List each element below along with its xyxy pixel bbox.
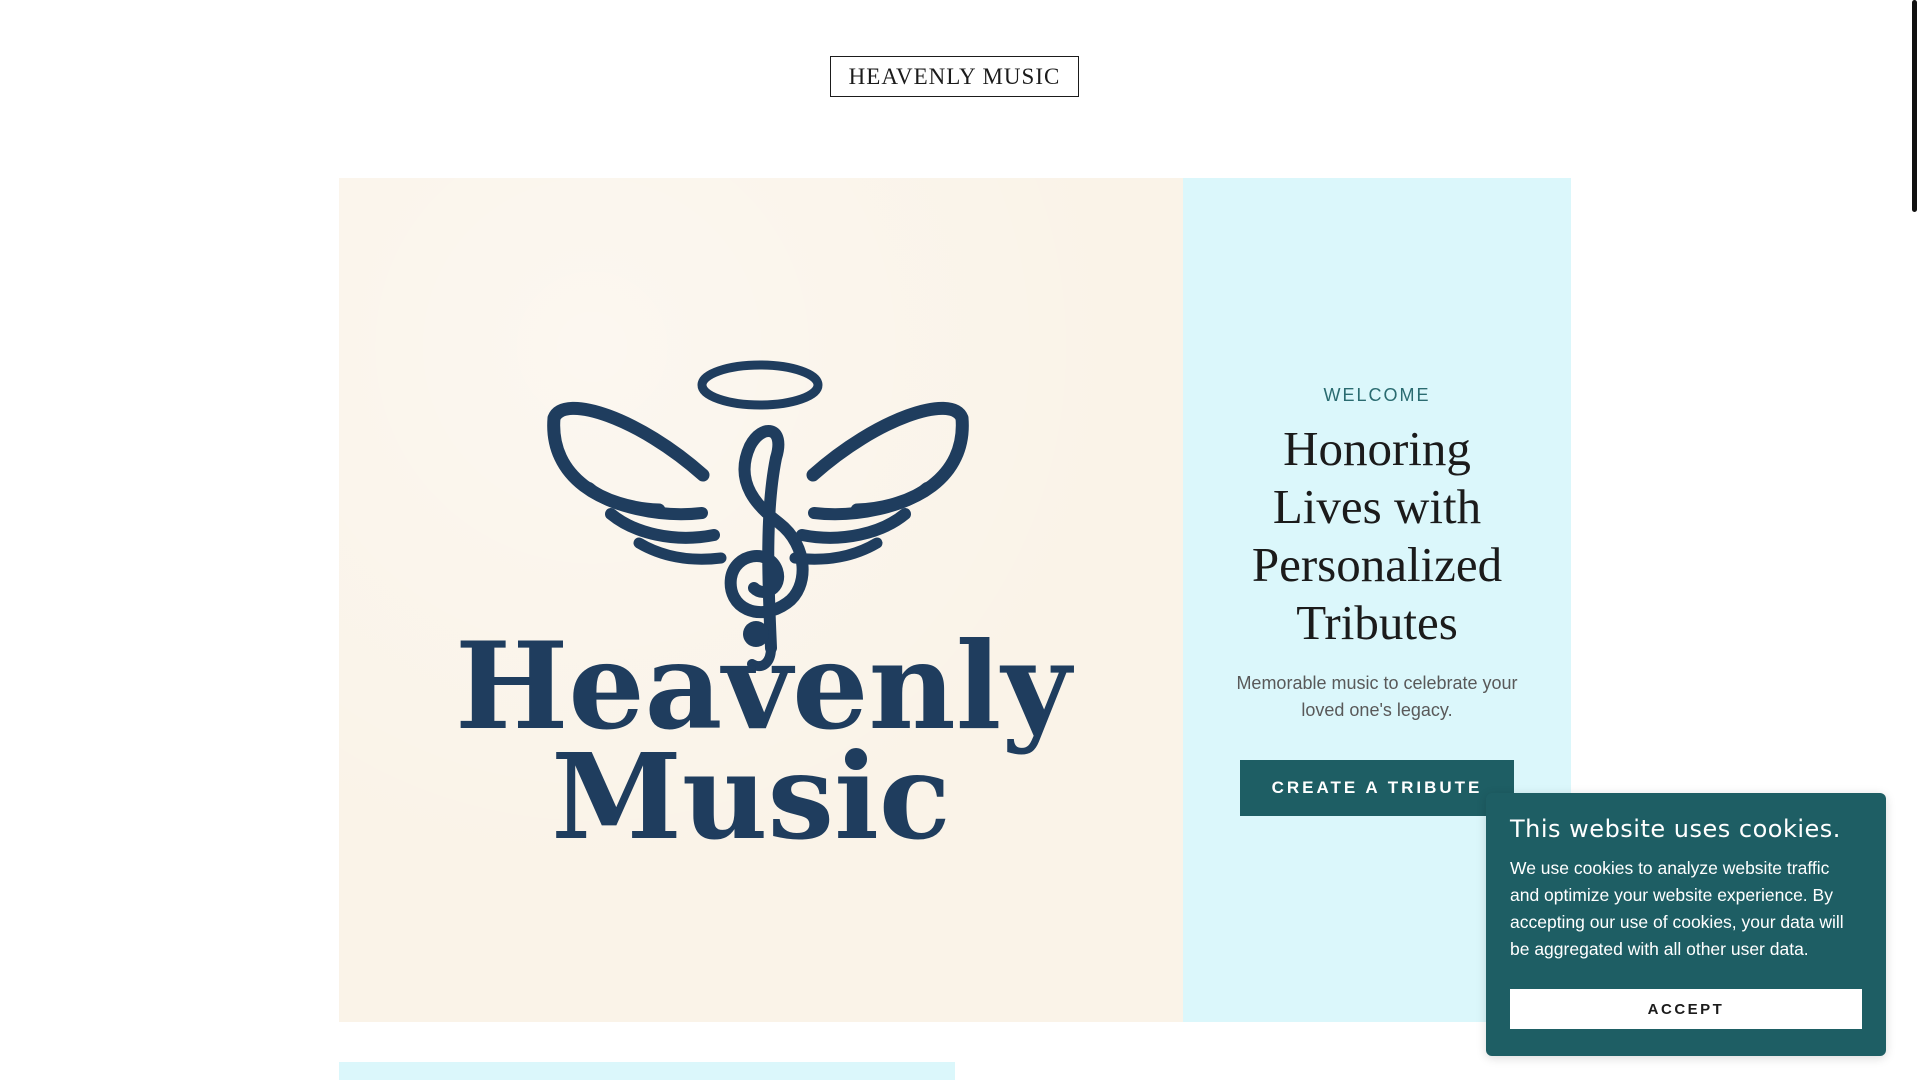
cookie-banner: This website uses cookies. We use cookie… [1486, 793, 1886, 1056]
accept-cookies-button[interactable]: ACCEPT [1510, 989, 1862, 1029]
next-section-strip [339, 1062, 955, 1080]
site-header: HEAVENLY MUSIC [0, 0, 1920, 120]
heavenly-music-logo: Heavenly Music [455, 360, 1074, 866]
hero-subtitle: Memorable music to celebrate your loved … [1236, 672, 1518, 720]
page-scrollbar[interactable] [1912, 0, 1917, 212]
welcome-eyebrow: WELCOME [1323, 384, 1431, 405]
logo-word-music: Music [551, 727, 951, 866]
site-logo-link[interactable]: HEAVENLY MUSIC [830, 56, 1079, 97]
cookie-text: We use cookies to analyze website traffi… [1510, 858, 1844, 959]
hero-section: Heavenly Music WELCOME Honoring Lives wi… [339, 178, 1571, 1022]
hero-image: Heavenly Music [339, 178, 1183, 1022]
create-tribute-button[interactable]: CREATE A TRIBUTE [1240, 759, 1514, 816]
hero-title: Honoring Lives with Personalized Tribute… [1251, 420, 1503, 650]
cookie-title: This website uses cookies. [1510, 815, 1841, 843]
